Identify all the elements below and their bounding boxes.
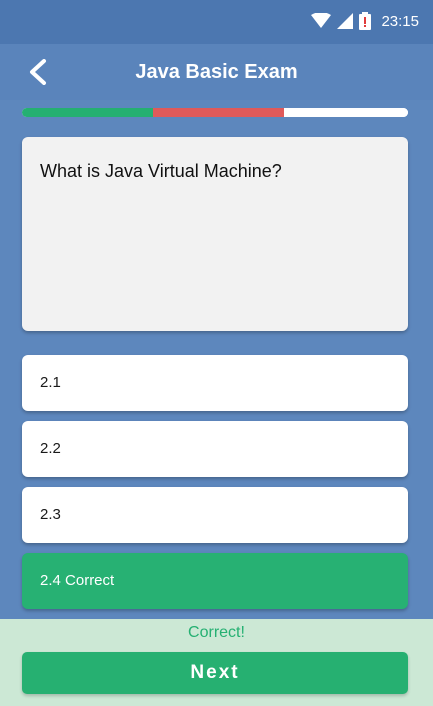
answer-option-2[interactable]: 2.2 <box>22 421 408 477</box>
question-text: What is Java Virtual Machine? <box>40 161 282 181</box>
answer-label: 2.4 Correct <box>40 572 115 589</box>
back-button[interactable] <box>18 52 58 92</box>
battery-alert-icon <box>359 12 372 30</box>
answer-label: 2.2 <box>40 440 61 457</box>
answer-option-1[interactable]: 2.1 <box>22 355 408 411</box>
result-footer: Correct! Next <box>0 619 433 706</box>
wifi-icon <box>311 13 332 28</box>
feedback-text: Correct! <box>188 624 245 641</box>
status-icons: 23:15 <box>311 8 419 34</box>
answer-option-3[interactable]: 2.3 <box>22 487 408 543</box>
app-bar: Java Basic Exam <box>0 44 433 100</box>
status-time: 23:15 <box>381 12 419 30</box>
progress-remaining-segment <box>284 108 408 117</box>
status-bar: 23:15 <box>0 0 433 44</box>
next-button[interactable]: Next <box>22 652 408 694</box>
answer-label: 2.3 <box>40 506 61 523</box>
signal-icon <box>337 13 354 29</box>
chevron-left-icon <box>30 59 46 85</box>
quiz-progress-bar <box>22 108 408 117</box>
answer-label: 2.1 <box>40 374 61 391</box>
app-screen: 23:15 Java Basic Exam What is Java Virtu… <box>0 0 433 706</box>
progress-correct-segment <box>22 108 154 117</box>
page-title: Java Basic Exam <box>135 61 298 83</box>
question-card: What is Java Virtual Machine? <box>22 137 408 331</box>
answer-option-4[interactable]: 2.4 Correct <box>22 553 408 609</box>
progress-wrong-segment <box>153 108 285 117</box>
